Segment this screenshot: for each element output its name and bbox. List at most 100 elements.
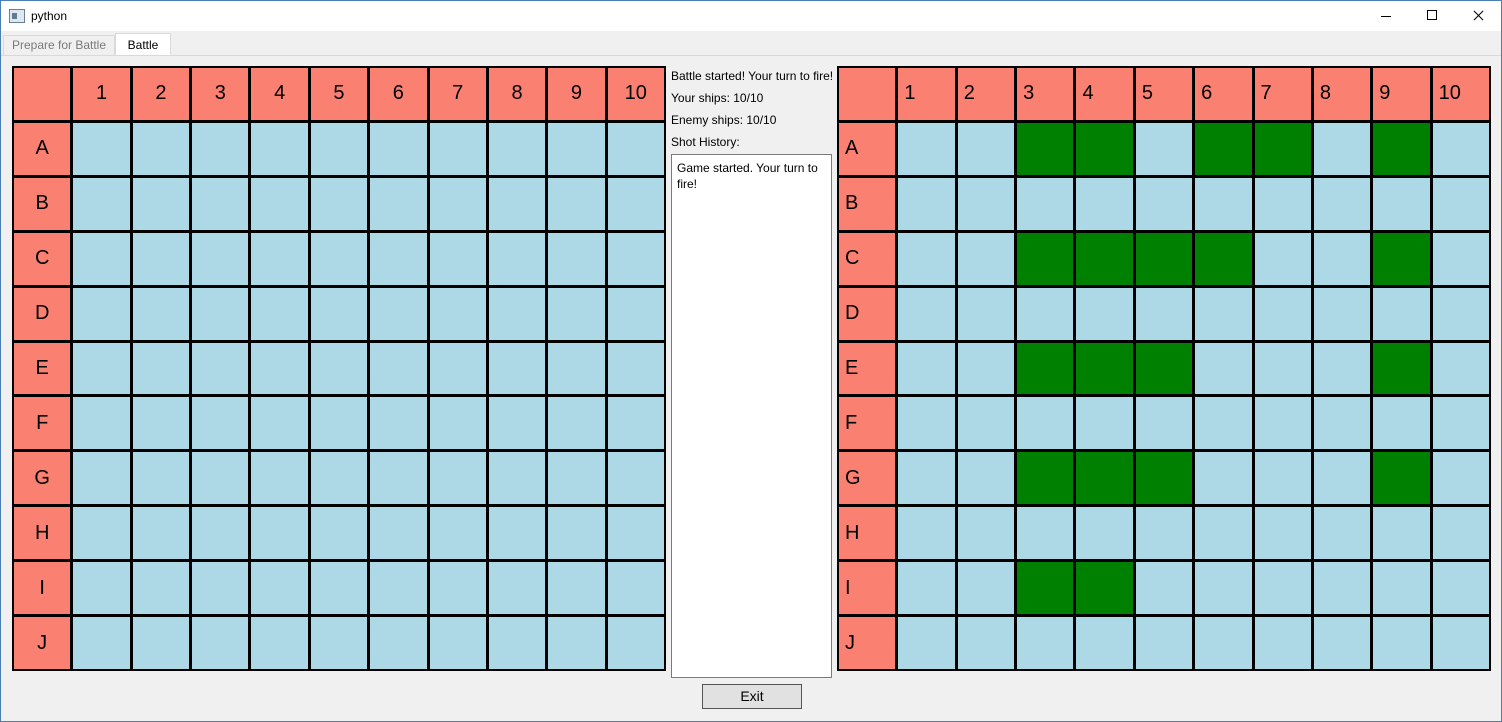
grid-cell-e2[interactable] <box>132 342 190 395</box>
grid-cell-i2[interactable] <box>132 562 190 615</box>
grid-cell-b3[interactable] <box>192 177 249 230</box>
grid-cell-b2[interactable] <box>132 177 190 230</box>
grid-cell-h8[interactable] <box>488 507 546 560</box>
grid-cell-i8[interactable] <box>488 562 546 615</box>
grid-cell-d9[interactable] <box>548 287 605 340</box>
grid-cell-j7[interactable] <box>429 617 486 669</box>
grid-cell-f8[interactable] <box>488 397 546 450</box>
grid-cell-e1[interactable] <box>73 342 130 395</box>
grid-cell-h3[interactable] <box>192 507 249 560</box>
grid-cell-c8[interactable] <box>488 232 546 285</box>
minimize-button[interactable] <box>1363 1 1409 31</box>
grid-cell-a5[interactable] <box>310 122 368 175</box>
grid-cell-f2[interactable] <box>132 397 190 450</box>
grid-cell-g1[interactable] <box>73 452 130 505</box>
grid-cell-f6[interactable] <box>370 397 427 450</box>
grid-cell-j5[interactable] <box>310 617 368 669</box>
grid-cell-h9[interactable] <box>548 507 605 560</box>
grid-cell-i3[interactable] <box>192 562 249 615</box>
grid-cell-f1[interactable] <box>73 397 130 450</box>
grid-cell-e6[interactable] <box>370 342 427 395</box>
grid-cell-g6[interactable] <box>370 452 427 505</box>
grid-cell-g8[interactable] <box>488 452 546 505</box>
grid-cell-a7[interactable] <box>429 122 486 175</box>
grid-cell-h4[interactable] <box>251 507 308 560</box>
grid-cell-j4[interactable] <box>251 617 308 669</box>
grid-cell-a8[interactable] <box>488 122 546 175</box>
grid-cell-i5[interactable] <box>310 562 368 615</box>
grid-cell-j3[interactable] <box>192 617 249 669</box>
grid-cell-g10[interactable] <box>607 452 664 505</box>
grid-cell-d3[interactable] <box>192 287 249 340</box>
grid-cell-d10[interactable] <box>607 287 664 340</box>
grid-cell-e3[interactable] <box>192 342 249 395</box>
grid-cell-f4[interactable] <box>251 397 308 450</box>
grid-cell-i10[interactable] <box>607 562 664 615</box>
grid-cell-b8[interactable] <box>488 177 546 230</box>
grid-cell-e8[interactable] <box>488 342 546 395</box>
grid-cell-g2[interactable] <box>132 452 190 505</box>
grid-cell-e5[interactable] <box>310 342 368 395</box>
grid-cell-b9[interactable] <box>548 177 605 230</box>
tab-prepare-for-battle[interactable]: Prepare for Battle <box>3 35 115 55</box>
grid-cell-a3[interactable] <box>192 122 249 175</box>
grid-cell-a1[interactable] <box>73 122 130 175</box>
grid-cell-c5[interactable] <box>310 232 368 285</box>
grid-cell-j10[interactable] <box>607 617 664 669</box>
grid-cell-a6[interactable] <box>370 122 427 175</box>
grid-cell-a9[interactable] <box>548 122 605 175</box>
grid-cell-g7[interactable] <box>429 452 486 505</box>
grid-cell-e10[interactable] <box>607 342 664 395</box>
grid-cell-d7[interactable] <box>429 287 486 340</box>
grid-cell-f3[interactable] <box>192 397 249 450</box>
grid-cell-j9[interactable] <box>548 617 605 669</box>
grid-cell-c10[interactable] <box>607 232 664 285</box>
grid-cell-c7[interactable] <box>429 232 486 285</box>
grid-cell-c2[interactable] <box>132 232 190 285</box>
grid-cell-i1[interactable] <box>73 562 130 615</box>
grid-cell-e4[interactable] <box>251 342 308 395</box>
grid-cell-j8[interactable] <box>488 617 546 669</box>
maximize-button[interactable] <box>1409 1 1455 31</box>
grid-cell-c1[interactable] <box>73 232 130 285</box>
grid-cell-d6[interactable] <box>370 287 427 340</box>
grid-cell-a2[interactable] <box>132 122 190 175</box>
grid-cell-b4[interactable] <box>251 177 308 230</box>
grid-cell-d2[interactable] <box>132 287 190 340</box>
grid-cell-i9[interactable] <box>548 562 605 615</box>
grid-cell-j1[interactable] <box>73 617 130 669</box>
grid-cell-f9[interactable] <box>548 397 605 450</box>
tab-battle[interactable]: Battle <box>115 33 171 55</box>
grid-cell-c9[interactable] <box>548 232 605 285</box>
grid-cell-h10[interactable] <box>607 507 664 560</box>
grid-cell-g5[interactable] <box>310 452 368 505</box>
grid-cell-b5[interactable] <box>310 177 368 230</box>
grid-cell-a10[interactable] <box>607 122 664 175</box>
grid-cell-d8[interactable] <box>488 287 546 340</box>
grid-cell-h7[interactable] <box>429 507 486 560</box>
grid-cell-g3[interactable] <box>192 452 249 505</box>
grid-cell-d4[interactable] <box>251 287 308 340</box>
grid-cell-c4[interactable] <box>251 232 308 285</box>
grid-cell-d1[interactable] <box>73 287 130 340</box>
grid-cell-h6[interactable] <box>370 507 427 560</box>
grid-cell-g9[interactable] <box>548 452 605 505</box>
grid-cell-h1[interactable] <box>73 507 130 560</box>
grid-cell-e7[interactable] <box>429 342 486 395</box>
grid-cell-j6[interactable] <box>370 617 427 669</box>
grid-cell-i4[interactable] <box>251 562 308 615</box>
grid-cell-b10[interactable] <box>607 177 664 230</box>
grid-cell-b1[interactable] <box>73 177 130 230</box>
grid-cell-g4[interactable] <box>251 452 308 505</box>
grid-cell-e9[interactable] <box>548 342 605 395</box>
grid-cell-f5[interactable] <box>310 397 368 450</box>
shot-history-box[interactable]: Game started. Your turn to fire! <box>671 154 832 678</box>
grid-cell-i7[interactable] <box>429 562 486 615</box>
grid-cell-d5[interactable] <box>310 287 368 340</box>
exit-button[interactable]: Exit <box>702 684 802 709</box>
grid-cell-f10[interactable] <box>607 397 664 450</box>
grid-cell-c6[interactable] <box>370 232 427 285</box>
grid-cell-h5[interactable] <box>310 507 368 560</box>
grid-cell-j2[interactable] <box>132 617 190 669</box>
grid-cell-a4[interactable] <box>251 122 308 175</box>
